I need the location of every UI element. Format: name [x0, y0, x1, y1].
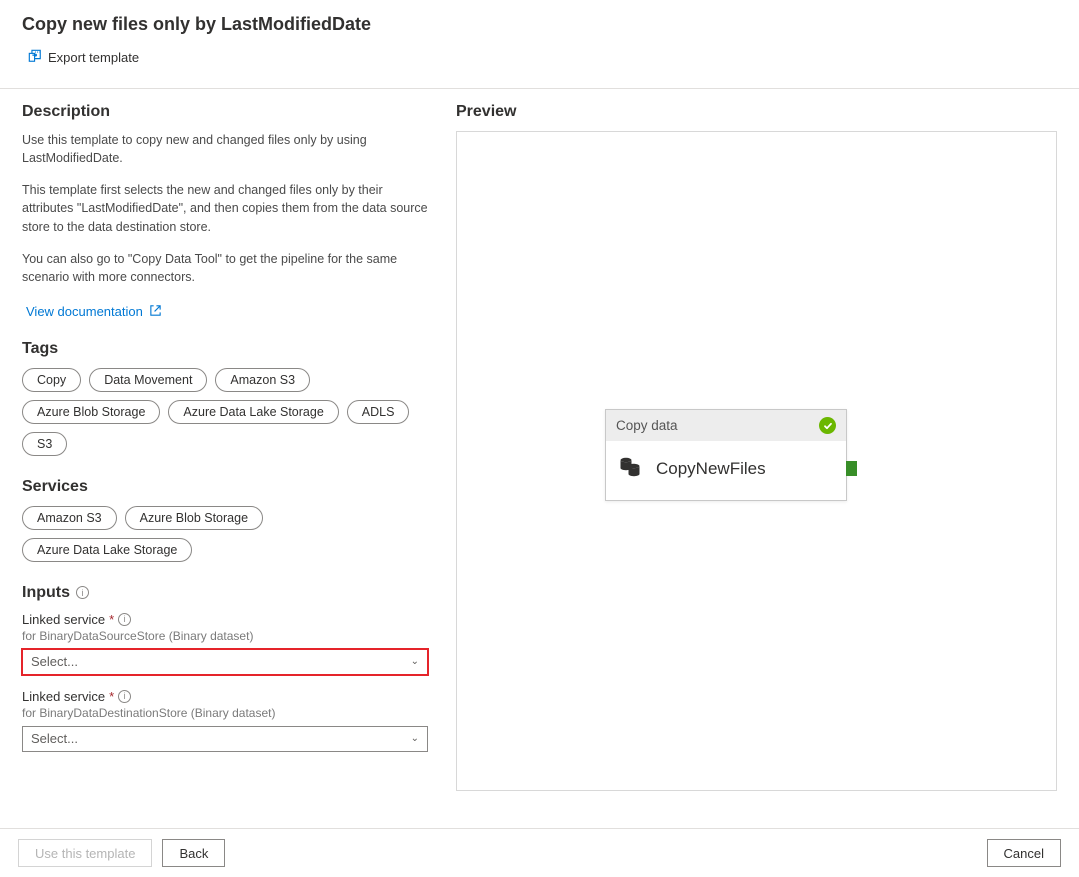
- footer-bar: Use this template Back Cancel: [0, 828, 1079, 877]
- linked-service-select-destination[interactable]: Select... ⌄: [22, 726, 428, 752]
- database-icon: [618, 455, 642, 482]
- service-chip[interactable]: Amazon S3: [22, 506, 117, 530]
- linked-service-select-source[interactable]: Select... ⌄: [22, 649, 428, 675]
- use-template-button: Use this template: [18, 839, 152, 867]
- linked-service-sub-2: for BinaryDataDestinationStore (Binary d…: [22, 706, 428, 720]
- description-p2: This template first selects the new and …: [22, 181, 428, 235]
- select-placeholder: Select...: [31, 654, 78, 669]
- info-icon[interactable]: i: [76, 586, 89, 599]
- tag-chip[interactable]: Azure Data Lake Storage: [168, 400, 338, 424]
- description-heading: Description: [22, 103, 428, 121]
- tag-chip[interactable]: Copy: [22, 368, 81, 392]
- view-documentation-link[interactable]: View documentation: [26, 304, 162, 320]
- select-placeholder: Select...: [31, 731, 78, 746]
- linked-service-sub-1: for BinaryDataSourceStore (Binary datase…: [22, 629, 428, 643]
- external-link-icon: [149, 304, 162, 320]
- description-p3: You can also go to "Copy Data Tool" to g…: [22, 250, 428, 286]
- services-list: Amazon S3 Azure Blob Storage Azure Data …: [22, 506, 428, 562]
- back-button[interactable]: Back: [162, 839, 225, 867]
- chevron-down-icon: ⌄: [411, 656, 419, 667]
- tag-chip[interactable]: Amazon S3: [215, 368, 310, 392]
- success-check-icon: [819, 417, 836, 434]
- export-template-label: Export template: [48, 50, 139, 65]
- info-icon[interactable]: i: [118, 613, 131, 626]
- tag-chip[interactable]: Azure Blob Storage: [22, 400, 160, 424]
- tags-list: Copy Data Movement Amazon S3 Azure Blob …: [22, 368, 428, 456]
- tag-chip[interactable]: Data Movement: [89, 368, 207, 392]
- linked-service-label-2: Linked service* i: [22, 689, 428, 704]
- view-documentation-label: View documentation: [26, 304, 143, 319]
- cancel-button[interactable]: Cancel: [987, 839, 1061, 867]
- chevron-down-icon: ⌄: [411, 733, 419, 744]
- tag-chip[interactable]: S3: [22, 432, 67, 456]
- copy-data-activity[interactable]: Copy data: [605, 409, 847, 501]
- preview-heading: Preview: [456, 103, 1057, 121]
- activity-type-label: Copy data: [616, 418, 678, 433]
- export-template-link[interactable]: Export template: [28, 49, 139, 66]
- info-icon[interactable]: i: [118, 690, 131, 703]
- page-title: Copy new files only by LastModifiedDate: [22, 14, 1057, 35]
- activity-connector[interactable]: [846, 461, 857, 476]
- service-chip[interactable]: Azure Blob Storage: [125, 506, 263, 530]
- service-chip[interactable]: Azure Data Lake Storage: [22, 538, 192, 562]
- preview-canvas[interactable]: Copy data: [456, 131, 1057, 791]
- inputs-heading: Inputs i: [22, 584, 89, 602]
- activity-name: CopyNewFiles: [656, 459, 766, 479]
- linked-service-label-1: Linked service* i: [22, 612, 428, 627]
- tag-chip[interactable]: ADLS: [347, 400, 410, 424]
- export-icon: [28, 49, 42, 66]
- tags-heading: Tags: [22, 340, 428, 358]
- services-heading: Services: [22, 478, 428, 496]
- description-p1: Use this template to copy new and change…: [22, 131, 428, 167]
